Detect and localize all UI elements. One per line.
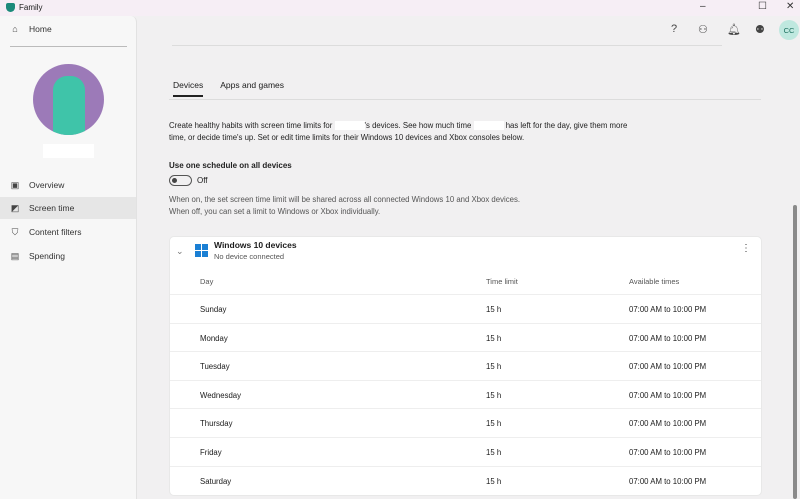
- table-cell: Tuesday: [200, 362, 230, 372]
- column-header: Available times: [629, 277, 680, 286]
- sidebar-item-label: Screen time: [29, 203, 75, 213]
- table-cell: 07:00 AM to 10:00 PM: [629, 305, 707, 314]
- table-cell: Friday: [200, 448, 222, 457]
- sidebar-item-home[interactable]: ⌂ Home: [0, 18, 136, 40]
- schedule-label: Use one schedule on all devices: [169, 161, 292, 170]
- home-icon: ⌂: [12, 24, 18, 34]
- child-avatar: [33, 64, 104, 135]
- table-row[interactable]: Monday 15 h 07:00 AM to 10:00 PM: [170, 322, 761, 351]
- account-avatar[interactable]: CC: [779, 20, 799, 40]
- tab-devices[interactable]: Devices: [173, 80, 204, 97]
- divider: [10, 46, 127, 47]
- main-content: ? ⚇ 🔔︎ ⚉ CC Devices Apps and games Creat…: [137, 16, 800, 499]
- sidebar-item-label: Spending: [29, 251, 65, 261]
- sidebar-item-overview[interactable]: ▣ Overview: [0, 174, 136, 196]
- more-options-icon[interactable]: ⋮: [741, 243, 751, 254]
- description-text: 's devices. See how much time: [364, 121, 472, 130]
- maximize-button[interactable]: ☐: [758, 1, 767, 12]
- table-row[interactable]: Friday 15 h 07:00 AM to 10:00 PM: [170, 437, 761, 465]
- table-cell: 15 h: [486, 305, 502, 314]
- one-schedule-toggle[interactable]: [169, 175, 192, 186]
- table-row[interactable]: Sunday 15 h 07:00 AM to 10:00 PM: [170, 294, 761, 322]
- table-row[interactable]: Tuesday 15 h 07:00 AM to 10:00 PM: [170, 351, 761, 379]
- sidebar-item-spending[interactable]: ▤ Spending: [0, 245, 136, 267]
- table-cell: 15 h: [486, 419, 502, 429]
- windows-logo-icon: [195, 244, 208, 257]
- sidebar-item-label: Content filters: [29, 227, 82, 237]
- windows-devices-card: ⌄ Windows 10 devices No device connected…: [169, 236, 762, 496]
- child-name-redacted: [43, 144, 94, 158]
- table-cell: 07:00 AM to 10:00 PM: [629, 419, 707, 429]
- scrollbar[interactable]: [793, 205, 797, 499]
- sidebar-item-label: Home: [29, 24, 52, 34]
- schedule-note: When on, the set screen time limit will …: [169, 194, 520, 218]
- screen-time-icon: ◩: [10, 202, 20, 213]
- description: Create healthy habits with screen time l…: [169, 120, 639, 143]
- redacted-name: [334, 121, 365, 131]
- close-button[interactable]: ✕: [786, 1, 794, 12]
- shield-icon: ⛉: [11, 226, 19, 237]
- family-settings-icon[interactable]: ⚉: [755, 23, 765, 36]
- device-status: No device connected: [214, 252, 285, 261]
- feedback-icon[interactable]: ⚇: [698, 23, 708, 36]
- table-cell: Thursday: [200, 419, 233, 429]
- table-cell: Sunday: [200, 305, 227, 314]
- help-icon[interactable]: ?: [671, 23, 677, 35]
- sidebar: ⌂ Home ▣ Overview ◩ Screen time ⛉ Content fi…: [0, 16, 137, 499]
- table-cell: 15 h: [486, 362, 502, 372]
- tab-bar: Devices Apps and games: [173, 80, 284, 97]
- description-text: Create healthy habits with screen time l…: [169, 121, 333, 130]
- table-cell: 15 h: [486, 476, 502, 486]
- table-row[interactable]: Thursday 15 h 07:00 AM to 10:00 PM: [170, 408, 761, 436]
- overview-icon: ▣: [10, 179, 20, 190]
- column-header: Time limit: [486, 277, 518, 286]
- sidebar-item-screen-time[interactable]: ◩ Screen time: [0, 197, 136, 219]
- toggle-state: Off: [197, 176, 208, 185]
- table-cell: 15 h: [486, 333, 502, 343]
- redacted-name: [473, 121, 504, 131]
- table-cell: Wednesday: [200, 390, 242, 400]
- table-cell: 07:00 AM to 10:00 PM: [629, 448, 707, 457]
- table-cell: 15 h: [486, 390, 502, 400]
- app-title: Family: [19, 3, 43, 12]
- column-header: Day: [200, 277, 214, 286]
- sidebar-item-content-filters[interactable]: ⛉ Content filters: [0, 221, 136, 243]
- table-row[interactable]: Saturday 15 h 07:00 AM to 10:00 PM: [170, 465, 761, 494]
- note-line: When on, the set screen time limit will …: [169, 195, 521, 204]
- table-cell: 07:00 AM to 10:00 PM: [629, 476, 707, 486]
- family-logo-icon: [6, 3, 15, 12]
- table-cell: Saturday: [200, 476, 232, 486]
- minimize-button[interactable]: –: [700, 1, 706, 12]
- divider: [169, 99, 761, 100]
- sidebar-item-label: Overview: [29, 180, 65, 190]
- card-title: Windows 10 devices: [214, 240, 297, 250]
- table-cell: 15 h: [486, 448, 502, 457]
- divider: [172, 45, 722, 46]
- title-bar: Family – ☐ ✕: [0, 0, 800, 16]
- spending-icon: ▤: [10, 250, 20, 261]
- note-line: When off, you can set a limit to Windows…: [169, 207, 381, 216]
- table-header: Day Time limit Available times: [170, 267, 761, 295]
- table-cell: 07:00 AM to 10:00 PM: [629, 333, 707, 343]
- table-row[interactable]: Wednesday 15 h 07:00 AM to 10:00 PM: [170, 379, 761, 408]
- tab-apps-and-games[interactable]: Apps and games: [220, 80, 284, 97]
- table-cell: Monday: [200, 333, 228, 343]
- chevron-down-icon[interactable]: ⌄: [176, 246, 184, 257]
- table-cell: 07:00 AM to 10:00 PM: [629, 362, 707, 372]
- bell-icon[interactable]: 🔔︎: [727, 23, 741, 36]
- table-cell: 07:00 AM to 10:00 PM: [629, 390, 707, 400]
